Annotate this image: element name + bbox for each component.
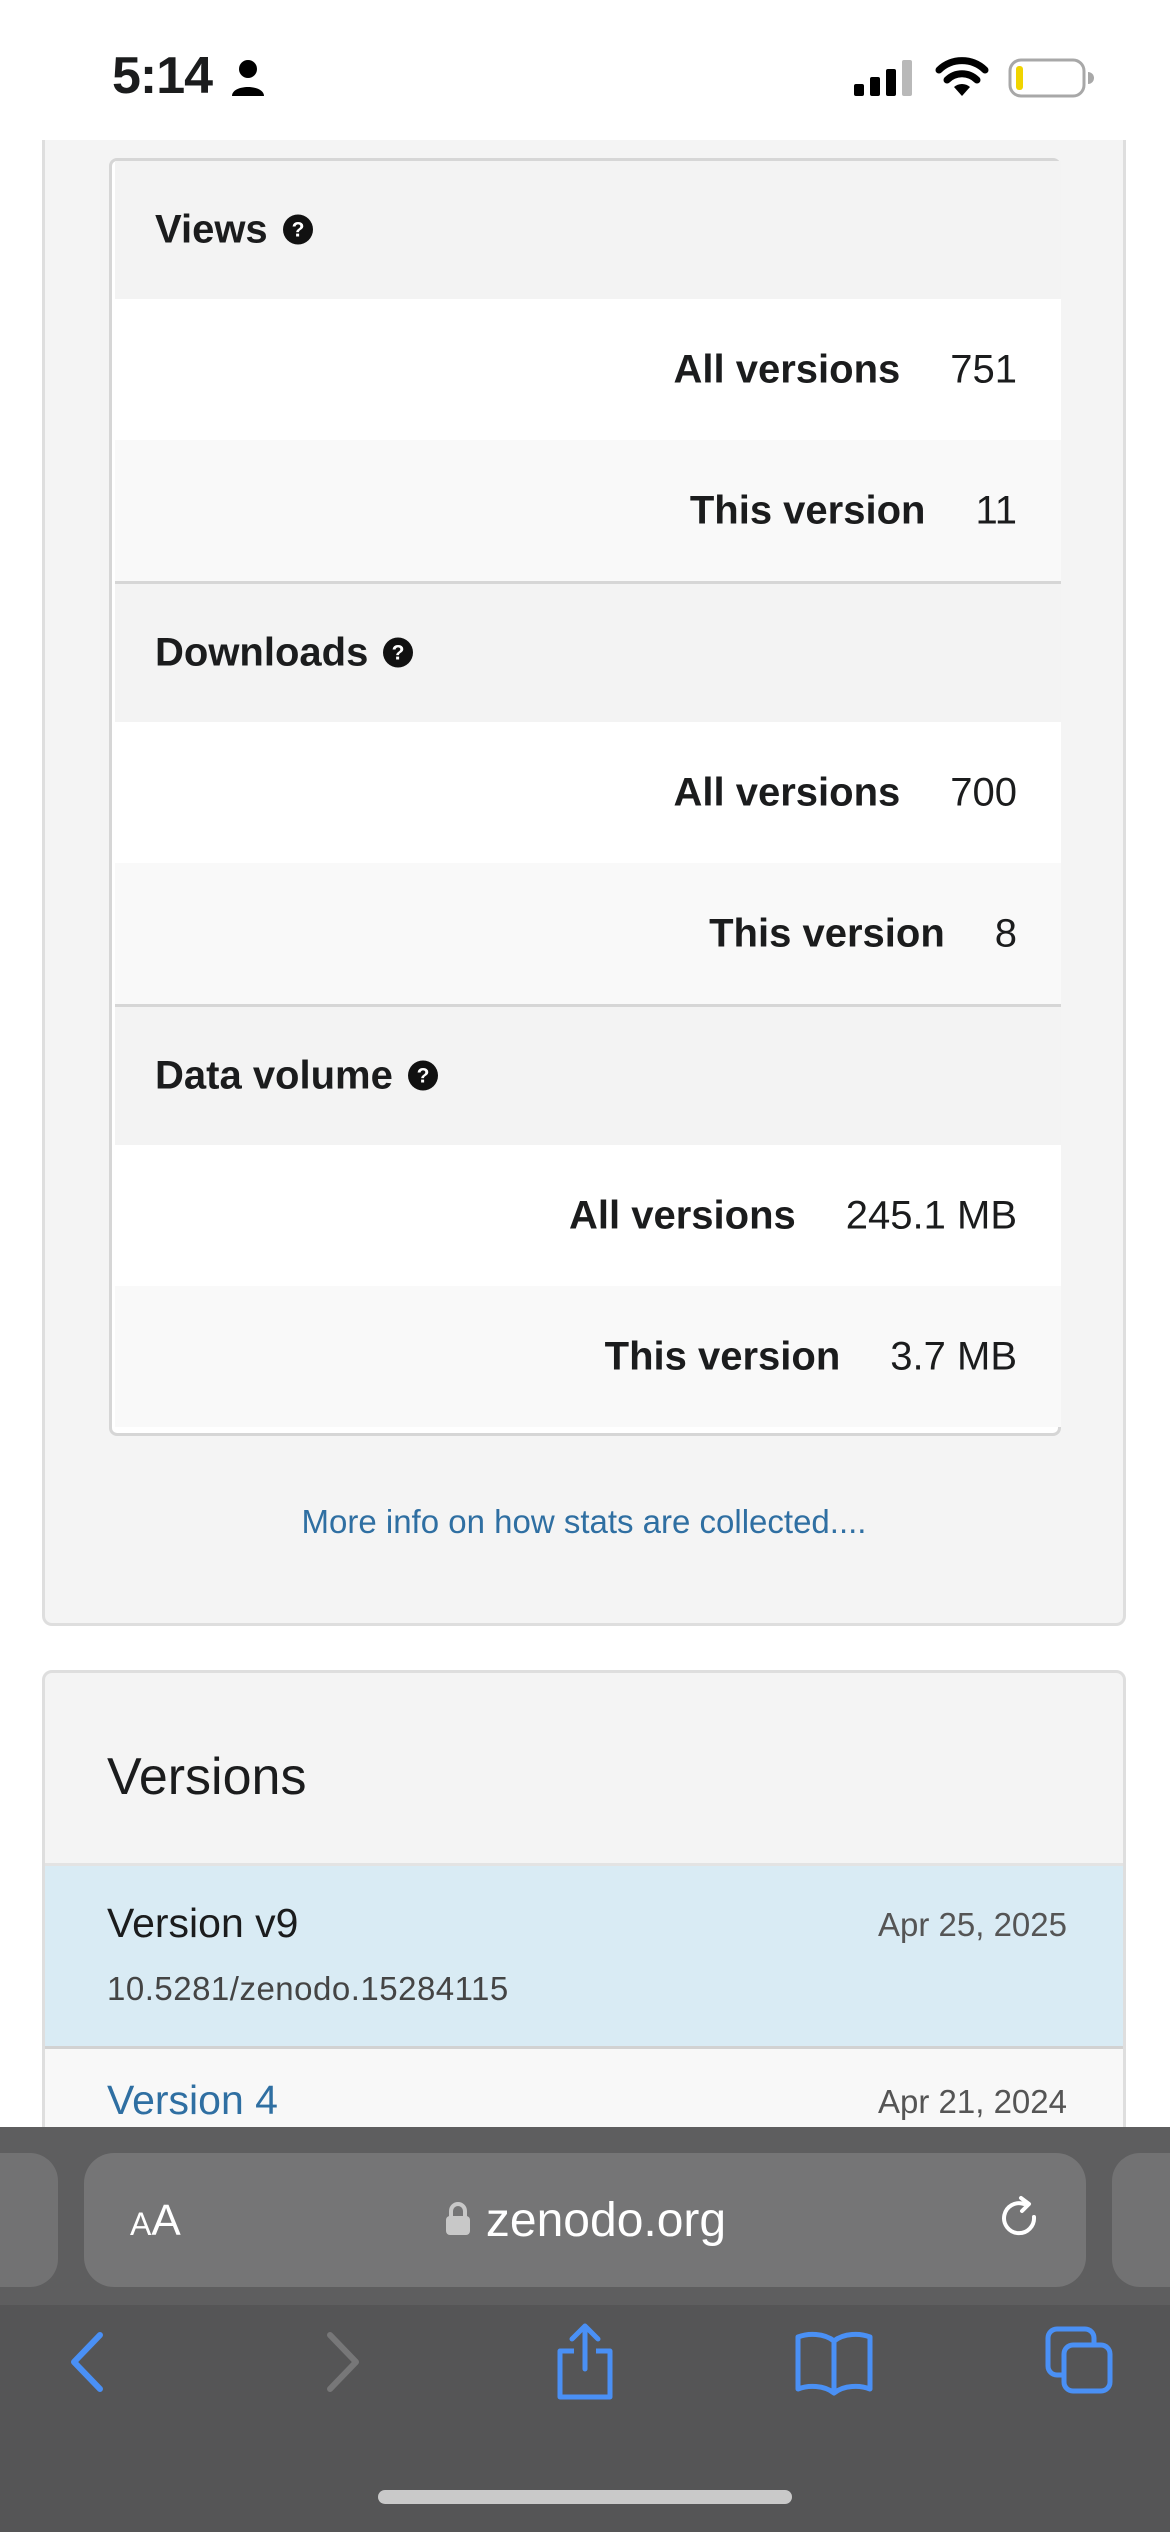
data-volume-header: Data volume? [115,1007,1061,1145]
downloads-label: Downloads [155,630,369,675]
row-label: This version [689,488,926,532]
downloads-this-version-row: This version 8 [115,863,1061,1004]
url-text: zenodo.org [485,2194,727,2247]
next-tab-peek[interactable] [1112,2153,1170,2287]
stats-info-link[interactable]: More info on how stats are collected.... [42,1503,1126,1541]
data-volume-all-versions-row: All versions 245.1 MB [115,1145,1061,1286]
views-all-versions-value: 751 [950,347,1017,391]
views-this-version-value: 11 [975,488,1017,532]
row-label: This version [709,911,945,955]
home-indicator[interactable] [378,2490,792,2504]
stats-table: Views? All versions 751 This version 11 Do… [109,158,1061,1436]
tabs-icon[interactable] [1044,2325,1116,2397]
row-label: All versions [569,1193,796,1237]
downloads-header: Downloads? [115,584,1061,722]
data-volume-this-version-row: This version 3.7 MB [115,1286,1061,1427]
bookmarks-icon[interactable] [794,2327,874,2397]
svg-text:?: ? [392,642,405,665]
share-icon[interactable] [550,2321,620,2401]
versions-title: Versions [107,1748,307,1806]
data-volume-this-version-value: 3.7 MB [890,1334,1017,1378]
version-item[interactable]: Version 4 Apr 21, 2024 [45,2049,1123,2130]
stats-box: Views? All versions 751 This version 11 Do… [109,158,1061,1436]
back-icon[interactable] [60,2327,120,2397]
svg-text:?: ? [291,219,304,242]
version-doi: 10.5281/zenodo.15284115 [107,1970,509,2007]
downloads-all-versions-value: 700 [950,770,1017,814]
cellular-signal-icon [854,60,912,96]
version-link[interactable]: Version 4 [107,2077,278,2124]
stats-card: Views? All versions 751 This version 11 Do… [42,140,1126,1626]
version-item-active[interactable]: Version v9 10.5281/zenodo.15284115 Apr 2… [45,1866,1123,2046]
previous-tab-peek[interactable] [0,2153,58,2287]
versions-card: Versions Version v9 10.5281/zenodo.15284… [42,1670,1126,2130]
help-icon[interactable]: ? [382,637,414,669]
row-label: This version [604,1334,841,1378]
status-bar: 5:14 [0,0,1170,140]
url-display[interactable]: zenodo.org [84,2193,1086,2248]
data-volume-label: Data volume [155,1053,393,1098]
status-time: 5:14 [112,47,213,105]
downloads-this-version-value: 8 [994,911,1017,955]
address-bar-area: AA zenodo.org [0,2127,1170,2305]
svg-text:?: ? [416,1065,429,1088]
row-label: All versions [673,770,901,814]
web-page: Views? All versions 751 This version 11 Do… [0,140,1170,2130]
views-all-versions-row: All versions 751 [115,299,1061,440]
views-label: Views [155,207,268,252]
views-header: Views? [115,161,1061,299]
address-bar[interactable]: AA zenodo.org [84,2153,1086,2287]
downloads-all-versions-row: All versions 700 [115,722,1061,863]
browser-chrome: AA zenodo.org [0,2127,1170,2532]
version-name: Version v9 [107,1900,299,1946]
person-icon [232,60,264,96]
forward-icon[interactable] [310,2327,370,2397]
version-date: Apr 21, 2024 [878,2083,1067,2120]
battery-low-icon [1008,58,1094,98]
lock-icon [445,2202,470,2236]
help-icon[interactable]: ? [407,1060,439,1092]
version-date: Apr 25, 2025 [878,1906,1067,1943]
wifi-icon [935,57,989,96]
views-this-version-row: This version 11 [115,440,1061,581]
help-icon[interactable]: ? [282,214,314,246]
reload-icon[interactable] [994,2193,1046,2245]
data-volume-all-versions-value: 245.1 MB [845,1193,1017,1237]
row-label: All versions [673,347,901,391]
